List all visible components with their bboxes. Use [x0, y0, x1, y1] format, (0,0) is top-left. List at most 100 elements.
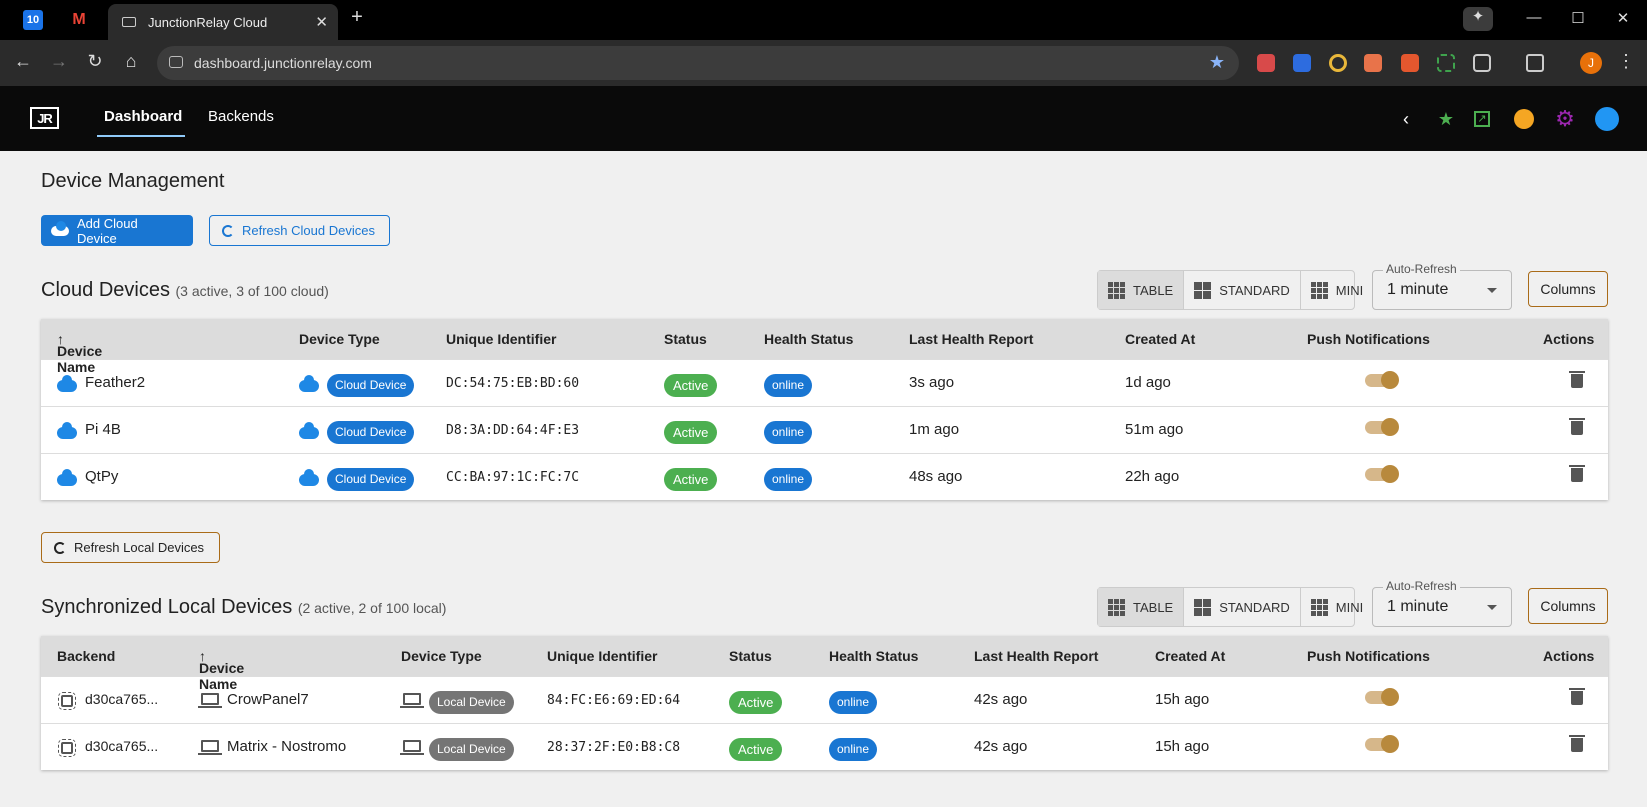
auto-refresh-select[interactable]: Auto-Refresh 1 minute: [1372, 579, 1512, 627]
header-device-name[interactable]: Device Name ↑: [57, 331, 102, 375]
settings-gear-icon[interactable]: ⚙: [1554, 108, 1576, 130]
cloud-devices-title: Cloud Devices (3 active, 3 of 100 cloud): [41, 279, 329, 302]
push-notifications-toggle[interactable]: [1365, 465, 1399, 483]
auto-refresh-select[interactable]: Auto-Refresh 1 minute: [1372, 262, 1512, 310]
header-created-at: Created At: [1125, 331, 1196, 347]
open-external-icon[interactable]: ↗: [1474, 111, 1490, 127]
forward-icon[interactable]: →: [47, 51, 71, 72]
unique-identifier: CC:BA:97:1C:FC:7C: [446, 470, 580, 485]
tab-dashboard[interactable]: Dashboard: [104, 108, 182, 125]
table-row[interactable]: d30ca765... CrowPanel7 Local Device 84:F…: [41, 676, 1608, 723]
extension-icon-1[interactable]: [1257, 54, 1275, 72]
table-row[interactable]: Feather2 Cloud Device DC:54:75:EB:BD:60 …: [41, 359, 1608, 406]
new-tab-icon[interactable]: +: [342, 6, 372, 29]
reload-icon[interactable]: ↻: [83, 51, 107, 72]
view-table-label: TABLE: [1133, 282, 1174, 298]
table-row[interactable]: QtPy Cloud Device CC:BA:97:1C:FC:7C Acti…: [41, 453, 1608, 500]
status-badge: Active: [729, 738, 783, 761]
refresh-cloud-devices-button[interactable]: Refresh Cloud Devices: [209, 215, 390, 246]
close-window-icon[interactable]: ✕: [1608, 9, 1638, 27]
columns-button[interactable]: Columns: [1528, 271, 1608, 307]
backend-id: d30ca765...: [85, 691, 159, 707]
extension-icon-5[interactable]: [1401, 54, 1419, 72]
push-notifications-toggle[interactable]: [1365, 371, 1399, 389]
push-notifications-toggle[interactable]: [1365, 418, 1399, 436]
collapse-chevron-icon[interactable]: ‹: [1395, 108, 1417, 130]
header-actions: Actions: [1543, 648, 1595, 664]
profile-avatar[interactable]: J: [1580, 52, 1602, 74]
bitwarden-icon[interactable]: [1293, 54, 1311, 72]
view-table-button[interactable]: TABLE: [1098, 271, 1185, 309]
view-mini-button[interactable]: MINI: [1301, 271, 1373, 309]
delete-icon[interactable]: [1569, 418, 1585, 435]
laptop-icon: [198, 740, 222, 755]
fox-extension-icon[interactable]: [1364, 54, 1382, 72]
auto-refresh-label: Auto-Refresh: [1383, 579, 1460, 593]
delete-icon[interactable]: [1569, 688, 1585, 705]
gemini-icon[interactable]: ✦: [1463, 7, 1493, 31]
browser-tab-bar: 10 M JunctionRelay Cloud ✕ + ✦ — ☐ ✕: [0, 0, 1647, 40]
health-badge: online: [829, 691, 878, 714]
gmail-tab-icon[interactable]: M: [69, 10, 89, 30]
maximize-icon[interactable]: ☐: [1563, 9, 1593, 27]
local-devices-title: Synchronized Local Devices (2 active, 2 …: [41, 596, 446, 619]
cloud-icon: [57, 375, 77, 392]
push-notifications-toggle[interactable]: [1365, 735, 1399, 753]
device-name: QtPy: [85, 468, 119, 485]
delete-icon[interactable]: [1569, 371, 1585, 388]
backend-id: d30ca765...: [85, 738, 159, 754]
health-badge: online: [764, 421, 813, 444]
site-info-icon[interactable]: [169, 56, 183, 68]
star-icon[interactable]: ★: [1435, 108, 1457, 130]
table-row[interactable]: Pi 4B Cloud Device D8:3A:DD:64:4F:E3 Act…: [41, 406, 1608, 453]
tab-search-icon[interactable]: [1526, 54, 1544, 72]
back-icon[interactable]: ←: [11, 51, 35, 72]
view-standard-button[interactable]: STANDARD: [1184, 271, 1301, 309]
header-last-health-report: Last Health Report: [974, 648, 1099, 664]
dropdown-arrow-icon: [1487, 605, 1497, 610]
device-name: Feather2: [85, 374, 146, 391]
extensions-puzzle-icon[interactable]: [1473, 54, 1491, 72]
color-extension-icon[interactable]: [1329, 54, 1347, 72]
device-name: CrowPanel7: [227, 691, 309, 708]
address-bar[interactable]: dashboard.junctionrelay.com ★: [157, 46, 1239, 80]
minimize-icon[interactable]: —: [1519, 9, 1549, 26]
add-cloud-device-button[interactable]: Add Cloud Device: [41, 215, 193, 246]
tab-backends[interactable]: Backends: [208, 108, 274, 125]
refresh-local-devices-label: Refresh Local Devices: [74, 540, 205, 555]
bookmark-star-icon[interactable]: ★: [1209, 52, 1225, 73]
view-mini-button[interactable]: MINI: [1301, 588, 1373, 626]
delete-icon[interactable]: [1569, 735, 1585, 752]
browser-tab-active[interactable]: JunctionRelay Cloud ✕: [108, 4, 338, 40]
view-table-button[interactable]: TABLE: [1098, 588, 1185, 626]
laptop-icon: [198, 693, 222, 708]
table-row[interactable]: d30ca765... Matrix - Nostromo Local Devi…: [41, 723, 1608, 770]
header-device-name[interactable]: Device Name ↑: [199, 648, 244, 692]
refresh-local-devices-button[interactable]: Refresh Local Devices: [41, 532, 220, 563]
dropdown-arrow-icon: [1487, 288, 1497, 293]
tab-title: JunctionRelay Cloud: [148, 14, 268, 30]
palette-icon[interactable]: [1514, 109, 1534, 129]
close-tab-icon[interactable]: ✕: [315, 13, 328, 31]
cloud-status-icon[interactable]: [1595, 107, 1619, 131]
calendar-tab-icon[interactable]: 10: [23, 10, 43, 30]
app-header: JR Dashboard Backends ‹ ★ ↗ ⚙: [0, 86, 1647, 151]
created-at: 15h ago: [1155, 738, 1210, 755]
dashboard-icon: [1194, 281, 1212, 299]
home-icon[interactable]: ⌂: [119, 51, 143, 72]
status-badge: Active: [729, 691, 783, 714]
screenshot-extension-icon[interactable]: [1437, 54, 1455, 72]
chip-icon: [58, 739, 76, 757]
device-type-chip: Cloud Device: [327, 421, 415, 444]
menu-kebab-icon[interactable]: ⋮: [1617, 51, 1635, 72]
delete-icon[interactable]: [1569, 465, 1585, 482]
chip-icon: [58, 692, 76, 710]
view-standard-button[interactable]: STANDARD: [1184, 588, 1301, 626]
columns-button[interactable]: Columns: [1528, 588, 1608, 624]
health-badge: online: [829, 738, 878, 761]
header-unique-identifier: Unique Identifier: [547, 648, 658, 664]
cloud-icon: [299, 469, 319, 486]
header-created-at: Created At: [1155, 648, 1226, 664]
view-toggle-group: TABLE STANDARD MINI: [1097, 270, 1363, 310]
push-notifications-toggle[interactable]: [1365, 688, 1399, 706]
